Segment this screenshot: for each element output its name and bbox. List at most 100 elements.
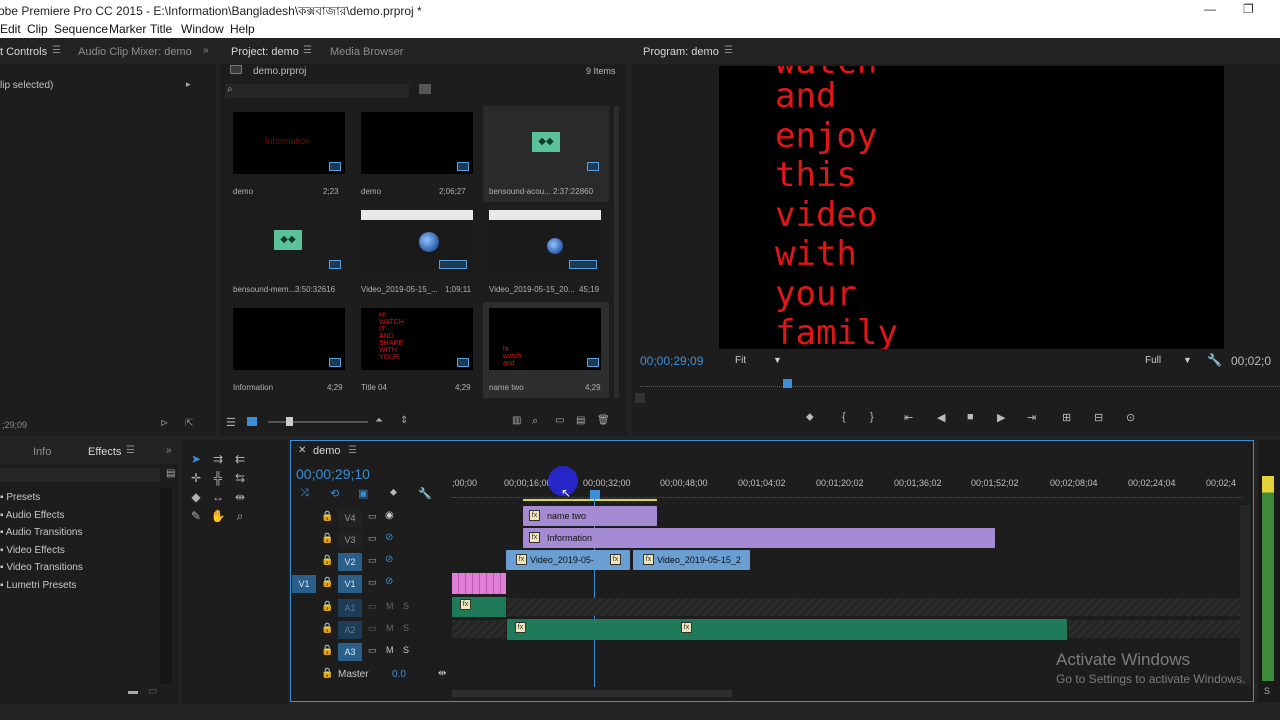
restore-button[interactable]: ❐	[1243, 2, 1254, 16]
master-volume[interactable]: 0.0	[392, 669, 406, 680]
effects-folder[interactable]: ▪ Audio Transitions	[0, 527, 83, 538]
project-item[interactable]: Video_2019-05-15_20... 45;19	[483, 204, 609, 300]
menu-marker[interactable]: Marker	[109, 22, 146, 36]
extract-icon[interactable]: ⊟	[1094, 411, 1103, 424]
pen-tool-icon[interactable]: ✎	[188, 509, 204, 523]
master-meter-icon[interactable]: ⇹	[438, 668, 446, 679]
new-bin-icon[interactable]: ▭	[555, 415, 564, 426]
track-select-icon[interactable]: ⇉	[210, 452, 226, 466]
slide-tool-icon[interactable]: ⇹	[232, 490, 248, 504]
clip-name-two[interactable]: fx name two	[523, 506, 657, 526]
export-icon[interactable]: ⇱	[185, 418, 193, 429]
track-select-back-icon[interactable]: ⇇	[232, 452, 248, 466]
automate-icon[interactable]: ▥	[512, 415, 521, 426]
menu-sequence[interactable]: Sequence	[54, 22, 108, 36]
program-ruler[interactable]	[640, 383, 1280, 387]
camera-icon[interactable]: ⊙	[1126, 411, 1135, 424]
effects-folder[interactable]: ▪ Video Effects	[0, 545, 65, 556]
lock-icon[interactable]: 🔒	[321, 668, 333, 679]
resolution-dropdown[interactable]: Full ▼	[1145, 355, 1195, 369]
work-area-bar[interactable]	[523, 499, 657, 501]
eye-hidden-icon[interactable]: ⊘	[385, 532, 393, 543]
panel-menu-icon[interactable]: ☰	[724, 45, 733, 56]
solo-button[interactable]: S	[403, 645, 409, 655]
track-target-a3[interactable]: A3	[338, 643, 362, 661]
sort-icon[interactable]: ⏶	[375, 415, 383, 426]
step-forward-icon[interactable]: ▶	[997, 411, 1005, 424]
zoom-slider-handle[interactable]	[286, 417, 293, 426]
effects-search-input[interactable]	[0, 468, 160, 482]
menu-title[interactable]: Title	[150, 22, 172, 36]
effects-folder[interactable]: ▪ Lumetri Presets	[0, 580, 76, 591]
settings-wrench-icon[interactable]: 🔧	[418, 487, 432, 500]
rolling-edit-icon[interactable]: ╬	[210, 471, 226, 485]
program-timecode[interactable]: 00;00;29;09	[640, 354, 703, 368]
selection-tool-icon[interactable]: ➤	[188, 452, 204, 466]
collapse-arrow-icon[interactable]: ▸	[186, 79, 191, 90]
lock-icon[interactable]: 🔒	[321, 555, 333, 566]
sync-lock-icon[interactable]: ▭	[368, 555, 377, 566]
track-target-v3[interactable]: V3	[338, 531, 362, 549]
mute-button[interactable]: M	[386, 623, 394, 633]
new-folder-icon[interactable]: ▬	[128, 686, 138, 697]
trash-icon[interactable]: 🗑	[597, 415, 610, 426]
expand-chevron-icon[interactable]: »	[203, 45, 209, 56]
panel-menu-icon[interactable]: ☰	[348, 445, 357, 456]
new-bin-icon[interactable]	[419, 84, 431, 94]
timeline-playhead-handle[interactable]	[590, 490, 600, 499]
hand-tool-icon[interactable]: ✋	[210, 509, 226, 523]
clip-video-1[interactable]: fx fx Video_2019-05-	[506, 550, 630, 570]
track-target-a2[interactable]: A2	[338, 621, 362, 639]
new-item-icon[interactable]: ▤	[576, 415, 585, 426]
slip-tool-icon[interactable]: ↔	[210, 490, 226, 504]
track-target-v4[interactable]: V4	[338, 509, 362, 527]
timeline-vscroll[interactable]	[1240, 505, 1250, 685]
filter-icon[interactable]: ⊳	[160, 418, 168, 429]
clip-video-2[interactable]: fx Video_2019-05-15_2	[633, 550, 750, 570]
project-item[interactable]: Information demo 2;23	[227, 106, 353, 202]
tab-sequence-demo[interactable]: demo	[313, 445, 341, 457]
snap-icon[interactable]: ⟲	[330, 487, 339, 500]
sort-order-icon[interactable]: ⇕	[400, 415, 408, 426]
project-item-selected[interactable]: hi watch and name two 4;29	[483, 302, 609, 398]
track-target-v2[interactable]: V2	[338, 553, 362, 571]
menu-clip[interactable]: Clip	[27, 22, 48, 36]
sync-lock-icon[interactable]: ▭	[368, 577, 377, 588]
add-marker-icon[interactable]: ⬥	[806, 411, 814, 424]
lock-icon[interactable]: 🔒	[321, 623, 333, 634]
find-icon[interactable]: ⌕	[532, 415, 538, 428]
tab-effects[interactable]: Effects	[88, 446, 121, 458]
timeline-hscroll[interactable]	[452, 690, 732, 697]
effects-folder[interactable]: ▪ Video Transitions	[0, 562, 83, 573]
project-scrollbar[interactable]	[614, 106, 619, 398]
list-view-icon[interactable]: ☰	[226, 416, 236, 429]
add-marker-icon[interactable]: ⬥	[390, 487, 397, 498]
project-item[interactable]: HI WATCH IT AND SHARE WITH YOUR Title 04…	[355, 302, 481, 398]
new-bin-icon[interactable]: ▤	[166, 468, 175, 479]
clip-a2-audio[interactable]: fx fx	[507, 619, 1067, 640]
nest-icon[interactable]: ⤨	[300, 487, 309, 500]
sync-lock-icon[interactable]: ▭	[368, 511, 377, 522]
zoom-tool-icon[interactable]: ⌕	[232, 509, 248, 523]
fit-dropdown[interactable]: Fit ▼	[735, 355, 785, 369]
icon-view-icon[interactable]	[247, 417, 257, 426]
tab-program[interactable]: Program: demo	[643, 46, 719, 58]
project-item[interactable]: ◆◆ bensound-mem... 3:50:32616	[227, 204, 353, 300]
effects-scrollbar[interactable]	[160, 488, 172, 684]
lock-icon[interactable]: 🔒	[321, 577, 333, 588]
lock-icon[interactable]: 🔒	[321, 533, 333, 544]
lock-icon[interactable]: 🔒	[321, 645, 333, 656]
menu-help[interactable]: Help	[230, 22, 255, 36]
close-icon[interactable]: ✕	[298, 445, 306, 456]
project-item[interactable]: ◆◆ bensound-acou... 2:37:22860	[483, 106, 609, 202]
tab-project[interactable]: Project: demo	[231, 46, 299, 58]
zoom-scroll[interactable]	[635, 393, 645, 403]
mute-button[interactable]: M	[386, 645, 394, 655]
solo-button[interactable]: S	[403, 601, 409, 611]
lift-icon[interactable]: ⊞	[1062, 411, 1071, 424]
effects-folder[interactable]: ▪ Audio Effects	[0, 510, 65, 521]
timeline-timecode[interactable]: 00;00;29;10	[296, 466, 370, 482]
tab-effect-controls[interactable]: t Controls	[0, 46, 47, 58]
meter-solo-label[interactable]: S	[1264, 686, 1270, 696]
lock-icon[interactable]: 🔒	[321, 601, 333, 612]
